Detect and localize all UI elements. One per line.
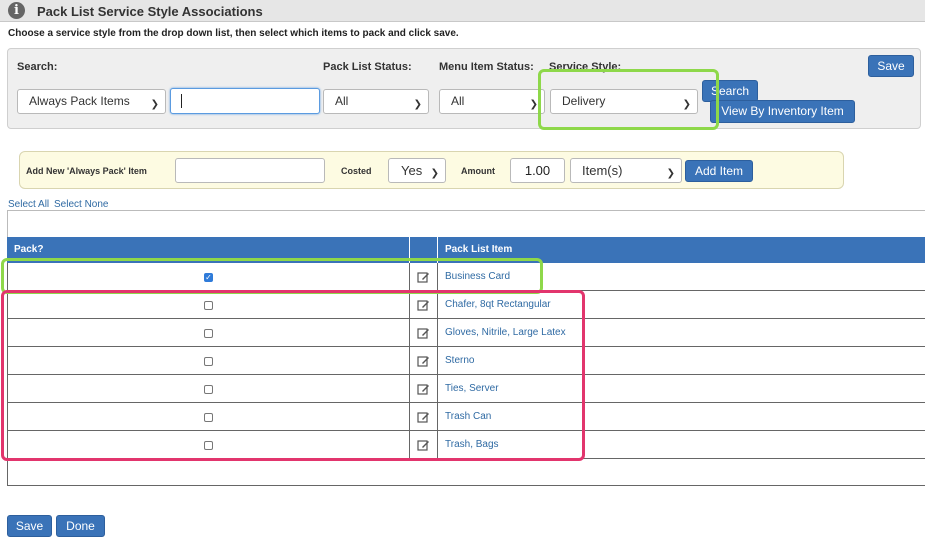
unit-value: Item(s) (582, 163, 623, 178)
pack-column-header: Pack? (14, 244, 44, 255)
chevron-down-icon: ❯ (529, 99, 538, 110)
pack-list-status-select[interactable]: All ❯ (323, 89, 429, 114)
info-icon: i (8, 2, 25, 19)
text-cursor (181, 94, 182, 108)
checked-row-highlight (1, 258, 543, 294)
add-item-input[interactable] (175, 158, 325, 183)
instructions-text: Choose a service style from the drop dow… (8, 28, 459, 39)
pack-list-status-value: All (335, 94, 349, 108)
unchecked-rows-highlight (1, 290, 585, 461)
chevron-down-icon: ❯ (150, 99, 159, 110)
search-input[interactable] (170, 88, 320, 114)
chevron-down-icon: ❯ (666, 168, 675, 179)
table-toolbar (7, 210, 925, 237)
pack-list-status-label: Pack List Status: (323, 61, 412, 73)
amount-label: Amount (461, 166, 495, 176)
done-button[interactable]: Done (56, 515, 105, 537)
chevron-down-icon: ❯ (413, 99, 422, 110)
select-none-link[interactable]: Select None (54, 199, 108, 210)
search-mode-select[interactable]: Always Pack Items ❯ (17, 89, 166, 114)
save-button[interactable]: Save (7, 515, 52, 537)
menu-item-status-select[interactable]: All ❯ (439, 89, 545, 114)
costed-label: Costed (341, 166, 372, 176)
costed-select[interactable]: Yes ❯ (388, 158, 446, 183)
amount-input[interactable]: 1.00 (510, 158, 565, 183)
page-title: Pack List Service Style Associations (37, 4, 263, 19)
add-item-label: Add New 'Always Pack' Item (26, 166, 147, 176)
unit-select[interactable]: Item(s) ❯ (570, 158, 682, 183)
table-bottom-border (7, 485, 925, 486)
menu-item-status-value: All (451, 94, 465, 108)
search-label: Search: (17, 61, 58, 73)
chevron-down-icon: ❯ (430, 168, 439, 179)
add-item-button[interactable]: Add Item (685, 160, 753, 182)
amount-value: 1.00 (524, 163, 551, 178)
search-mode-value: Always Pack Items (29, 94, 130, 108)
save-button-top[interactable]: Save (868, 55, 914, 77)
item-column-header: Pack List Item (445, 244, 513, 255)
view-by-inventory-button[interactable]: View By Inventory Item (710, 100, 855, 123)
menu-item-status-label: Menu Item Status: (439, 61, 534, 73)
service-style-highlight (538, 69, 719, 130)
costed-value: Yes (401, 163, 423, 178)
select-all-link[interactable]: Select All (8, 199, 49, 210)
